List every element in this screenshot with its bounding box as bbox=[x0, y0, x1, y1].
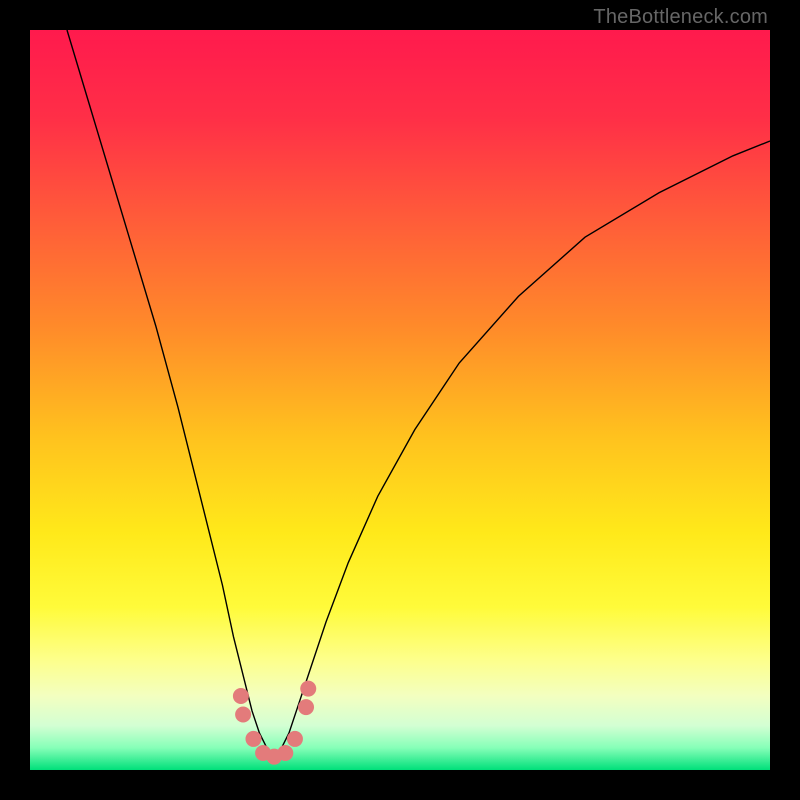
gradient-background bbox=[30, 30, 770, 770]
marker-dot bbox=[235, 707, 251, 723]
plot-area bbox=[30, 30, 770, 770]
watermark-text: TheBottleneck.com bbox=[593, 6, 768, 29]
chart-svg bbox=[30, 30, 770, 770]
marker-dot bbox=[300, 681, 316, 697]
marker-dot bbox=[298, 699, 314, 715]
marker-dot bbox=[245, 731, 261, 747]
marker-dot bbox=[277, 745, 293, 761]
marker-dot bbox=[287, 731, 303, 747]
chart-container: TheBottleneck.com bbox=[0, 0, 800, 800]
marker-dot bbox=[233, 688, 249, 704]
